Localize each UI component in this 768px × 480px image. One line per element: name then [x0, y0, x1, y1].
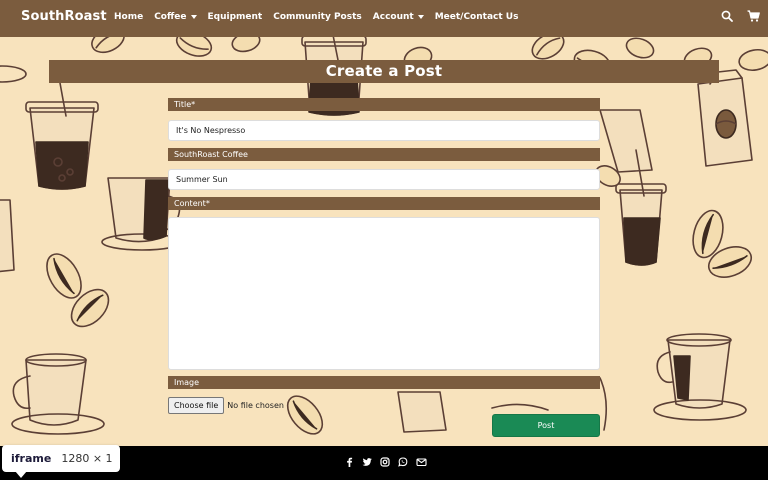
nav-dropdown-coffee[interactable]: Coffee — [154, 12, 197, 22]
brand-logo-link[interactable]: SouthRoast — [21, 9, 107, 24]
nav-link-meet-contact[interactable]: Meet/Contact Us — [435, 12, 519, 22]
coffee-label: SouthRoast Coffee — [168, 148, 600, 161]
title-label: Title* — [168, 98, 600, 111]
nav-link-label: Community Posts — [273, 12, 362, 22]
nav-link-label: Coffee — [154, 12, 187, 22]
nav-link-label: Account — [372, 12, 414, 22]
nav-links: Home Coffee Equipment Community Posts Ac… — [114, 12, 518, 22]
caret-down-icon — [417, 15, 424, 19]
content-textarea[interactable] — [168, 217, 600, 370]
choose-file-button[interactable]: Choose file — [168, 397, 225, 414]
cart-icon[interactable] — [747, 10, 760, 22]
nav-dropdown-account[interactable]: Account — [373, 12, 424, 22]
nav-link-equipment[interactable]: Equipment — [208, 12, 263, 22]
nav-icons — [721, 10, 760, 22]
image-label: Image — [168, 376, 600, 389]
devtools-element-badge: iframe 1280 × 1 — [2, 445, 120, 478]
nav-link-label: Equipment — [207, 12, 263, 22]
page-title-bar: Create a Post — [49, 60, 719, 83]
nav-link-home[interactable]: Home — [114, 12, 143, 22]
facebook-icon[interactable] — [345, 457, 354, 467]
nav-link-label: Meet/Contact Us — [434, 12, 519, 22]
nav-link-label: Home — [114, 12, 144, 22]
whatsapp-icon[interactable] — [398, 457, 408, 467]
caret-down-icon — [190, 15, 197, 19]
twitter-icon[interactable] — [362, 457, 372, 467]
title-input[interactable]: It's No Nespresso — [168, 120, 600, 141]
social-icons — [345, 457, 427, 467]
content-label: Content* — [168, 197, 600, 210]
email-icon[interactable] — [416, 457, 427, 467]
badge-tag-name: iframe — [11, 452, 52, 465]
nav-link-community-posts[interactable]: Community Posts — [273, 12, 362, 22]
search-icon[interactable] — [721, 10, 733, 22]
page-title: Create a Post — [325, 62, 443, 80]
post-submit-button[interactable]: Post — [492, 414, 600, 437]
badge-dimensions: 1280 × 1 — [61, 452, 113, 465]
image-file-input: Choose file No file chosen — [168, 397, 284, 414]
file-status-text: No file chosen — [227, 401, 284, 410]
top-navbar: SouthRoast Home Coffee Equipment Communi… — [0, 0, 768, 37]
instagram-icon[interactable] — [380, 457, 390, 467]
coffee-select[interactable]: Summer Sun — [168, 169, 600, 190]
